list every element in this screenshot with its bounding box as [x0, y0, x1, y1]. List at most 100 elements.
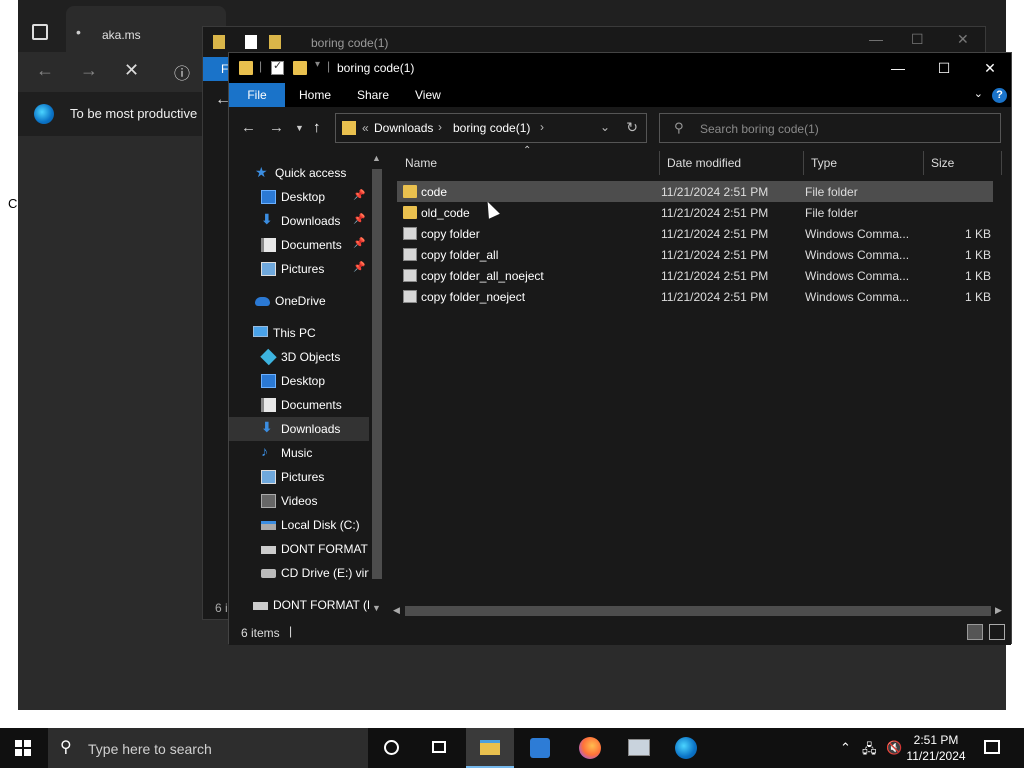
large-icons-view-icon[interactable] [989, 624, 1005, 640]
column-divider[interactable] [659, 151, 660, 175]
taskbar-file-explorer[interactable] [466, 728, 514, 768]
title-bar[interactable]: | ▾ | boring code(1) — ☐ ✕ [229, 53, 1011, 83]
minimize-button[interactable]: — [875, 53, 921, 83]
up-icon[interactable]: ↑ [313, 119, 321, 136]
scrollbar-thumb[interactable] [405, 606, 991, 616]
back-icon[interactable]: ← [241, 119, 256, 136]
network-icon[interactable]: 🖧 [862, 740, 877, 762]
file-list-horizontal-scrollbar[interactable]: ◀ ▶ [389, 603, 1009, 619]
taskbar-app[interactable] [516, 728, 564, 768]
maximize-icon[interactable]: ☐ [911, 31, 924, 48]
address-dropdown-icon[interactable]: ⌄ [600, 120, 610, 134]
nav-item[interactable]: Pictures [229, 465, 369, 489]
details-view-icon[interactable] [967, 624, 983, 640]
scroll-right-icon[interactable]: ▶ [995, 605, 1002, 616]
tab-file[interactable]: File [229, 83, 285, 107]
refresh-icon[interactable]: ↻ [626, 119, 638, 136]
nav-item[interactable]: Videos [229, 489, 369, 513]
nav-item[interactable]: Documents 📌 [229, 233, 369, 257]
nav-item[interactable]: Desktop 📌 [229, 185, 369, 209]
tab-home[interactable]: Home [285, 83, 345, 107]
tab-actions-icon[interactable] [32, 24, 48, 40]
nav-item[interactable]: DONT FORMAT ( [229, 537, 375, 561]
column-divider[interactable] [1001, 151, 1002, 175]
nav-item[interactable]: ⬇ Downloads [229, 417, 369, 441]
close-button[interactable]: ✕ [967, 53, 1013, 83]
address-bar[interactable]: « Downloads › boring code(1) › ⌄ ↻ [335, 113, 647, 143]
properties-icon[interactable] [271, 59, 284, 75]
file-list[interactable]: ⌃ Name Date modified Type Size code 11/21… [397, 145, 1003, 607]
tab-view[interactable]: View [401, 83, 455, 107]
breadcrumb-current[interactable]: boring code(1) [453, 121, 530, 135]
navigation-pane[interactable]: ★ Quick access Desktop 📌 ⬇ Downloads 📌 Document… [229, 151, 385, 617]
background-file-tab[interactable]: F [203, 57, 229, 81]
file-row[interactable]: copy folder_noeject 11/21/2024 2:51 PM Win… [397, 286, 993, 307]
nav-item[interactable]: DONT FORMAT (D [229, 593, 376, 617]
column-name[interactable]: Name [405, 151, 437, 175]
file-row[interactable]: copy folder_all_noeject 11/21/2024 2:51 P… [397, 265, 993, 286]
customize-qat-icon[interactable]: ▾ [315, 59, 320, 70]
column-size[interactable]: Size [931, 151, 954, 175]
column-date-modified[interactable]: Date modified [667, 151, 741, 175]
minimize-icon[interactable]: — [869, 31, 883, 47]
search-box[interactable]: ⚲ Search boring code(1) [659, 113, 1001, 143]
pin-icon[interactable]: 📌 [353, 214, 365, 225]
task-view-button[interactable] [416, 728, 464, 768]
nav-item[interactable]: ⬇ Downloads 📌 [229, 209, 369, 233]
notifications-icon[interactable] [984, 740, 1000, 754]
site-info-icon[interactable]: ⓘ [174, 60, 190, 84]
scroll-up-icon[interactable]: ▲ [372, 153, 381, 163]
tab-share[interactable]: Share [343, 83, 403, 107]
windows-start-icon[interactable] [15, 740, 31, 756]
taskbar-edge[interactable] [662, 728, 710, 768]
cortana-button[interactable] [368, 728, 416, 768]
address-overflow[interactable]: « [362, 121, 369, 135]
taskbar-app[interactable] [614, 728, 662, 768]
taskbar-search[interactable]: ⚲ Type here to search [48, 728, 368, 768]
scroll-left-icon[interactable]: ◀ [393, 605, 400, 616]
browser-tab-title: aka.ms [102, 28, 141, 42]
scroll-down-icon[interactable]: ▼ [372, 603, 381, 613]
pin-icon[interactable]: 📌 [353, 262, 365, 273]
file-row[interactable]: code 11/21/2024 2:51 PM File folder [397, 181, 993, 202]
file-explorer-window[interactable]: | ▾ | boring code(1) — ☐ ✕ File Home Sha… [228, 52, 1012, 645]
breadcrumb-chevron-icon[interactable]: › [540, 120, 544, 134]
forward-icon[interactable]: → [269, 119, 284, 136]
column-type[interactable]: Type [811, 151, 837, 175]
file-row[interactable]: copy folder 11/21/2024 2:51 PM Windows Com… [397, 223, 993, 244]
browser-forward-icon[interactable]: → [80, 60, 98, 81]
show-hidden-icons[interactable]: ⌃ [840, 740, 851, 756]
browser-stop-icon[interactable]: ✕ [124, 60, 139, 81]
nav-item[interactable]: ★ Quick access [229, 161, 369, 185]
pin-icon[interactable]: 📌 [353, 190, 365, 201]
maximize-button[interactable]: ☐ [921, 53, 967, 83]
breadcrumb-downloads[interactable]: Downloads [374, 121, 433, 135]
nav-item-label: DONT FORMAT (D [273, 598, 376, 612]
scrollbar-thumb[interactable] [372, 169, 382, 579]
nav-item[interactable]: 3D Objects [229, 345, 369, 369]
help-icon[interactable]: ? [992, 88, 1007, 103]
file-row[interactable]: copy folder_all 11/21/2024 2:51 PM Windows… [397, 244, 993, 265]
column-divider[interactable] [923, 151, 924, 175]
nav-item[interactable]: CD Drive (E:) virt [229, 561, 372, 585]
new-folder-icon[interactable] [293, 61, 307, 75]
pin-icon[interactable]: 📌 [353, 238, 365, 249]
close-icon[interactable]: ✕ [957, 31, 969, 48]
taskbar-firefox[interactable] [566, 728, 614, 768]
clock[interactable]: 2:51 PM 11/21/2024 [904, 732, 968, 764]
nav-item[interactable]: Documents [229, 393, 369, 417]
expand-ribbon-icon[interactable]: ⌄ [974, 87, 983, 100]
nav-item[interactable]: This PC [229, 321, 369, 345]
navigation-pane-scrollbar[interactable]: ▲ ▼ [369, 151, 385, 617]
recent-locations-icon[interactable]: ▼ [295, 123, 304, 133]
volume-muted-icon[interactable]: 🔇 [886, 740, 902, 756]
nav-item[interactable]: Local Disk (C:) [229, 513, 369, 537]
nav-item[interactable]: ♪ Music [229, 441, 369, 465]
column-divider[interactable] [803, 151, 804, 175]
browser-back-icon[interactable]: ← [36, 60, 54, 81]
breadcrumb-chevron-icon[interactable]: › [438, 120, 442, 134]
nav-item[interactable]: OneDrive [229, 289, 369, 313]
nav-item[interactable]: Pictures 📌 [229, 257, 369, 281]
nav-item[interactable]: Desktop [229, 369, 369, 393]
cd-drive-icon [261, 569, 276, 578]
